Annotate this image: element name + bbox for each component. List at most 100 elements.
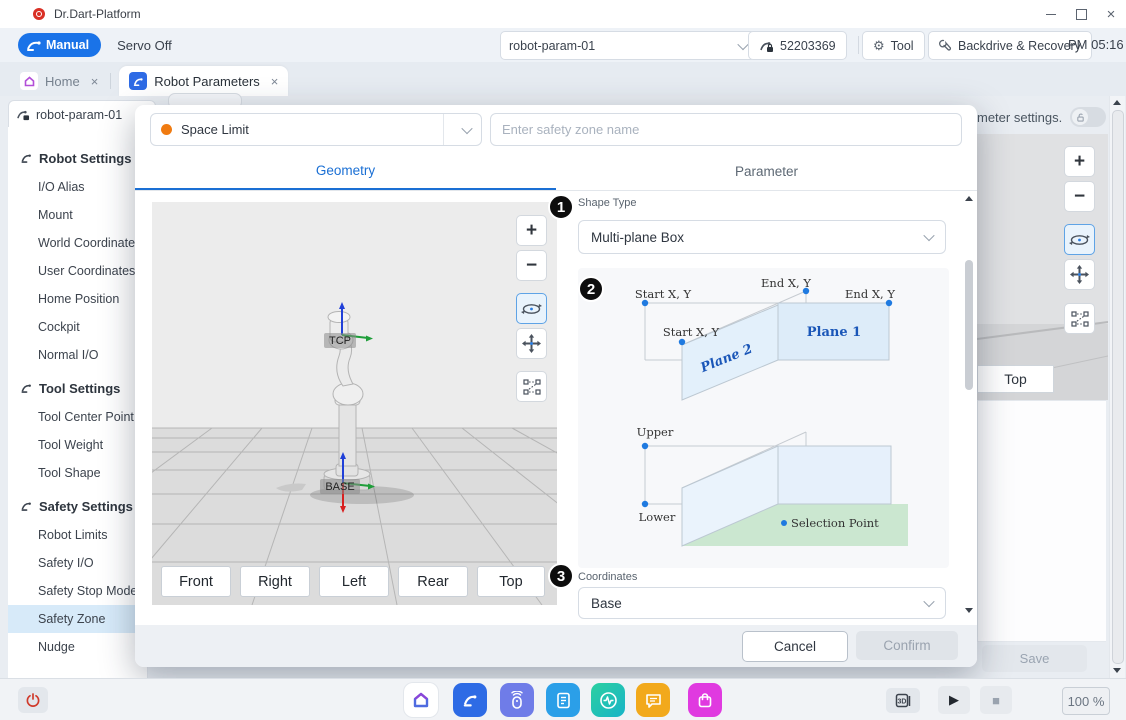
- view-top-button[interactable]: Top: [477, 566, 545, 597]
- tab-robot-parameters-close-icon[interactable]: ×: [271, 74, 279, 89]
- shape-diagram-panel: End X, Y Start X, Y End X, Y Start X, Y …: [578, 268, 949, 568]
- play-button[interactable]: ▶: [938, 686, 970, 714]
- robot-arm-icon: [20, 152, 33, 164]
- app-store-icon[interactable]: [688, 683, 722, 717]
- measure-button[interactable]: [516, 371, 547, 402]
- sidebar-item-cockpit[interactable]: Cockpit: [8, 313, 147, 341]
- tab-home-label: Home: [45, 74, 80, 89]
- tab-geometry[interactable]: Geometry: [135, 153, 556, 190]
- simulation-3d-button[interactable]: 3D: [886, 688, 920, 713]
- sidebar-item-safety-stop-modes[interactable]: Safety Stop Modes: [8, 577, 147, 605]
- minimize-button[interactable]: [1036, 3, 1066, 25]
- height-diagram: Upper Lower Selection Point: [578, 418, 949, 564]
- annotation-1-badge: 1: [548, 194, 574, 220]
- home-tab-icon: [20, 72, 38, 90]
- maximize-button[interactable]: [1066, 3, 1096, 25]
- zone-type-select[interactable]: Space Limit: [150, 113, 482, 146]
- bg-zoom-out-button[interactable]: −: [1064, 181, 1095, 212]
- start-mid-label: Start X, Y: [663, 325, 720, 339]
- app-logo-icon: [33, 8, 45, 20]
- sidebar-item-safety-io[interactable]: Safety I/O: [8, 549, 147, 577]
- robot-serial-button[interactable]: 52203369: [748, 31, 847, 60]
- sidebar-item-user-coordinates[interactable]: User Coordinates: [8, 257, 147, 285]
- view-rear-button[interactable]: Rear: [398, 566, 468, 597]
- zoom-out-button[interactable]: −: [516, 250, 547, 281]
- coordinates-select[interactable]: Base: [578, 587, 946, 619]
- rotate-view-button[interactable]: [516, 293, 547, 324]
- sidebar-param-name: robot-param-01: [36, 108, 122, 122]
- robot-serial: 52203369: [780, 39, 836, 53]
- shape-type-select[interactable]: Multi-plane Box: [578, 220, 946, 254]
- app-robot-params-icon[interactable]: [453, 683, 487, 717]
- tab-robot-parameters[interactable]: Robot Parameters ×: [119, 66, 288, 96]
- bg-zoom-in-button[interactable]: +: [1064, 146, 1095, 177]
- measure-icon: [1071, 310, 1089, 328]
- save-button[interactable]: Save: [982, 645, 1087, 672]
- sidebar-item-normal-io[interactable]: Normal I/O: [8, 341, 147, 369]
- param-set-select[interactable]: robot-param-01: [500, 31, 756, 60]
- pan-view-button[interactable]: [516, 328, 547, 359]
- sidebar-item-tool-center-point[interactable]: Tool Center Point: [8, 403, 147, 431]
- app-jog-icon[interactable]: [500, 683, 534, 717]
- end-right-label: End X, Y: [845, 287, 895, 301]
- app-log-icon[interactable]: [636, 683, 670, 717]
- scroll-up-arrow[interactable]: [1113, 100, 1121, 105]
- sidebar-item-io-alias[interactable]: I/O Alias: [8, 173, 147, 201]
- dialog-scrollbar[interactable]: [964, 196, 975, 615]
- bg-pan-view-button[interactable]: [1064, 259, 1095, 290]
- speed-value-box[interactable]: 100 %: [1062, 687, 1110, 715]
- coordinates-value: Base: [591, 596, 622, 611]
- chevron-down-icon: [461, 122, 472, 133]
- sidebar-param-header[interactable]: robot-param-01: [8, 100, 156, 129]
- annotation-1-number: 1: [557, 199, 565, 216]
- tab-home[interactable]: Home ×: [10, 66, 108, 96]
- application-window: Dr.Dart-Platform × Manual Servo Off robo…: [0, 0, 1126, 720]
- scroll-up-arrow[interactable]: [965, 196, 973, 201]
- app-scrollbar-thumb[interactable]: [1112, 110, 1124, 664]
- settings-lock-toggle[interactable]: [1070, 107, 1106, 127]
- app-monitoring-icon[interactable]: [591, 683, 625, 717]
- tab-parameter[interactable]: Parameter: [556, 153, 977, 190]
- section-tool-settings: Tool Settings: [8, 373, 147, 403]
- sidebar-item-mount[interactable]: Mount: [8, 201, 147, 229]
- view-front-button[interactable]: Front: [161, 566, 231, 597]
- sidebar-item-world-coordinates[interactable]: World Coordinates: [8, 229, 147, 257]
- sidebar-item-robot-limits[interactable]: Robot Limits: [8, 521, 147, 549]
- app-scrollbar[interactable]: [1109, 96, 1125, 678]
- tool-button[interactable]: ⚙ Tool: [862, 31, 925, 60]
- sidebar-item-nudge[interactable]: Nudge: [8, 633, 147, 661]
- selection-point-label: Selection Point: [791, 516, 879, 530]
- view-left-button[interactable]: Left: [319, 566, 389, 597]
- zone-color-dot: [161, 124, 172, 135]
- tab-separator: [110, 73, 111, 89]
- plane1-label: Plane 1: [807, 325, 861, 340]
- confirm-button[interactable]: Confirm: [856, 631, 958, 660]
- sidebar-item-safety-zone[interactable]: Safety Zone: [8, 605, 147, 633]
- close-button[interactable]: ×: [1096, 3, 1126, 25]
- scroll-down-arrow[interactable]: [1113, 668, 1121, 673]
- app-home-icon[interactable]: [404, 683, 438, 717]
- minus-icon: −: [1074, 187, 1085, 206]
- base-label: BASE: [325, 481, 354, 493]
- stop-button[interactable]: ■: [980, 686, 1012, 714]
- view-right-button[interactable]: Right: [240, 566, 310, 597]
- tab-robot-parameters-label: Robot Parameters: [154, 74, 260, 89]
- zoom-in-button[interactable]: +: [516, 215, 547, 246]
- sidebar-item-tool-weight[interactable]: Tool Weight: [8, 431, 147, 459]
- dialog-scrollbar-thumb[interactable]: [965, 260, 973, 390]
- zone-name-input[interactable]: [490, 113, 962, 146]
- sidebar-item-tool-shape[interactable]: Tool Shape: [8, 459, 147, 487]
- bg-rotate-view-button[interactable]: [1064, 224, 1095, 255]
- manual-mode-button[interactable]: Manual: [18, 33, 101, 57]
- app-task-editor-icon[interactable]: [546, 683, 580, 717]
- confirm-label: Confirm: [883, 638, 930, 653]
- robot-3d-viewport[interactable]: TCP BASE: [152, 202, 557, 605]
- cancel-button[interactable]: Cancel: [742, 631, 848, 662]
- power-button[interactable]: [18, 687, 48, 713]
- bg-view-top-button[interactable]: Top: [977, 365, 1054, 393]
- tab-home-close-icon[interactable]: ×: [91, 74, 99, 89]
- scroll-down-arrow[interactable]: [965, 608, 973, 613]
- chevron-down-icon: [737, 38, 748, 49]
- sidebar-item-home-position[interactable]: Home Position: [8, 285, 147, 313]
- bg-measure-button[interactable]: [1064, 303, 1095, 334]
